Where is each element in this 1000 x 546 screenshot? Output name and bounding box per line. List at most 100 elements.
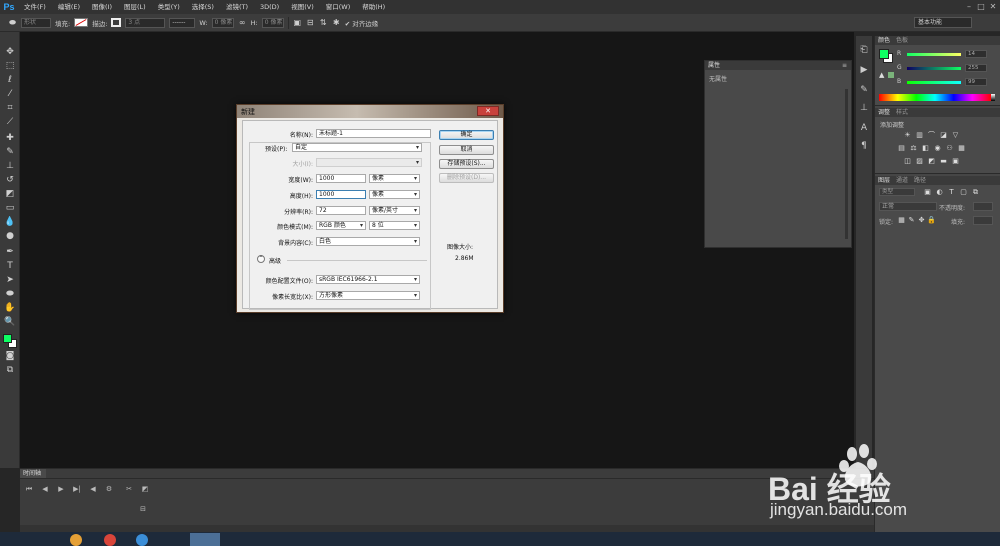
color-mode-select[interactable]: RGB 颜色 [316,221,366,230]
bit-depth-select[interactable]: 8 位 [369,221,420,230]
paragraph-panel-icon[interactable]: ¶ [858,140,870,152]
tab-color[interactable]: 颜色 [878,36,890,45]
dodge-tool-icon[interactable]: ● [3,230,17,242]
lock-pixels-icon[interactable]: ✎ [907,216,916,224]
taskbar-app-icon-2[interactable] [104,534,116,546]
pen-tool-icon[interactable]: ✒ [3,246,17,258]
ok-button[interactable]: 确定 [439,130,494,140]
tab-layers[interactable]: 图层 [878,176,890,185]
photo-filter-icon[interactable]: ◉ [933,144,942,152]
tab-properties[interactable]: 属性 [708,61,720,70]
taskbar-app-icon-3[interactable] [136,534,148,546]
curves-icon[interactable]: ⌒ [927,131,936,139]
link-icon[interactable]: ∞ [238,18,247,27]
marquee-tool-icon[interactable]: ⬚ [3,60,17,72]
clone-source-icon[interactable]: ⊥ [858,102,870,114]
taskbar-app-icon-4[interactable] [190,533,220,546]
b-slider[interactable] [907,81,961,84]
r-slider[interactable] [907,53,961,56]
menu-view[interactable]: 视图(V) [285,0,320,14]
lock-transparency-icon[interactable]: ▦ [897,216,906,224]
panel-menu-icon[interactable]: ≡ [842,62,847,69]
audio-icon[interactable]: ◀ [88,485,98,494]
vibrance-icon[interactable]: ▽ [951,131,960,139]
r-value-input[interactable]: 14 [965,50,987,58]
healing-brush-tool-icon[interactable]: ✚ [3,132,17,144]
menu-layer[interactable]: 图层(L) [118,0,152,14]
levels-icon[interactable]: ▥ [915,131,924,139]
clone-stamp-tool-icon[interactable]: ⊥ [3,160,17,172]
width-unit-select[interactable]: 像素 [369,174,420,183]
save-preset-button[interactable]: 存储预设(S)... [439,159,494,169]
minimize-icon[interactable]: – [964,2,974,11]
color-balance-icon[interactable]: ⚖ [909,144,918,152]
eyedropper-tool-icon[interactable]: ⟋ [3,116,17,128]
gradient-tool-icon[interactable]: ▭ [3,202,17,214]
screen-mode-icon[interactable]: ⧉ [3,364,17,376]
settings-icon[interactable]: ⚙ [104,485,114,494]
lock-all-icon[interactable]: 🔒 [927,216,936,224]
brush-panel-icon[interactable]: ✎ [858,84,870,96]
menu-filter[interactable]: 滤镜(T) [220,0,254,14]
stroke-type-select[interactable]: ------ [169,17,196,28]
brush-tool-icon[interactable]: ✎ [3,146,17,158]
stroke-swatch[interactable] [111,18,122,27]
dialog-titlebar[interactable]: 新建 ✕ [237,105,503,118]
shape-tool-icon[interactable]: ⬬ [3,288,17,300]
blend-mode-select[interactable]: 正常 [879,202,937,211]
gradient-map-icon[interactable]: ▬ [939,157,948,165]
taskbar-app-icon-1[interactable] [70,534,82,546]
background-contents-select[interactable]: 白色 [316,237,420,246]
tab-styles[interactable]: 样式 [896,108,908,117]
threshold-icon[interactable]: ◩ [927,157,936,165]
timeline-menu-icon[interactable]: ⊟ [138,505,148,514]
tool-mode-select[interactable]: 形状 [21,17,51,28]
zoom-tool-icon[interactable]: 🔍 [3,316,17,328]
resolution-unit-select[interactable]: 像素/英寸 [369,206,420,215]
history-brush-tool-icon[interactable]: ↺ [3,174,17,186]
filter-pixel-icon[interactable]: ▣ [923,188,932,196]
blur-tool-icon[interactable]: 💧 [3,216,17,228]
fill-input[interactable] [973,216,993,225]
move-tool-icon[interactable]: ✥ [3,46,17,58]
hand-tool-icon[interactable]: ✋ [3,302,17,314]
spectrum-bar[interactable] [879,94,991,101]
channel-mixer-icon[interactable]: ⚇ [945,144,954,152]
ellipse-tool-icon[interactable]: ⬬ [8,18,17,27]
layer-filter-select[interactable]: 类型 [879,188,915,196]
path-operations-icon[interactable]: ▣ [293,18,302,27]
menu-image[interactable]: 图像(I) [86,0,118,14]
filter-adjust-icon[interactable]: ◐ [935,188,944,196]
g-slider[interactable] [907,67,961,70]
menu-file[interactable]: 文件(F) [18,0,52,14]
split-icon[interactable]: ✂ [124,485,134,494]
path-arrangement-icon[interactable]: ⇅ [319,18,328,27]
tab-channels[interactable]: 通道 [896,176,908,185]
filter-shape-icon[interactable]: ▢ [959,188,968,196]
transition-icon[interactable]: ◩ [140,485,150,494]
prev-frame-icon[interactable]: ◀ [40,485,50,494]
menu-help[interactable]: 帮助(H) [356,0,391,14]
black-white-ramp[interactable] [991,94,995,101]
menu-edit[interactable]: 编辑(E) [52,0,86,14]
lasso-tool-icon[interactable]: ℓ [3,74,17,86]
width-input[interactable]: 1000 [316,174,366,183]
tab-paths[interactable]: 路径 [914,176,926,185]
path-select-tool-icon[interactable]: ➤ [3,274,17,286]
gamut-color-chip[interactable] [888,72,894,78]
menu-type[interactable]: 类型(Y) [152,0,186,14]
crop-tool-icon[interactable]: ⌗ [3,102,17,114]
menu-window[interactable]: 窗口(W) [320,0,357,14]
resolution-input[interactable]: 72 [316,206,366,215]
black-white-icon[interactable]: ◧ [921,144,930,152]
workspace-select[interactable]: 基本功能 [914,17,972,28]
height-input[interactable]: 1000 [316,190,366,199]
type-tool-icon[interactable]: T [3,260,17,272]
filter-smart-icon[interactable]: ⧉ [971,188,980,196]
hue-saturation-icon[interactable]: ▤ [897,144,906,152]
properties-scrollbar[interactable] [845,89,848,239]
opacity-input[interactable] [973,202,993,211]
align-edges-checkbox[interactable]: ✔ 对齐边缘 [345,18,379,28]
exposure-icon[interactable]: ◪ [939,131,948,139]
history-panel-icon[interactable]: ⎗ [858,44,870,56]
